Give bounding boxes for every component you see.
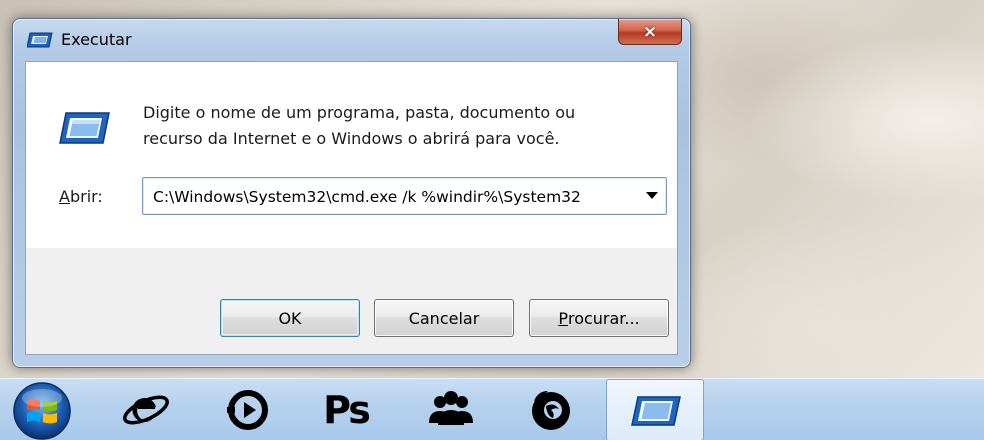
run-dialog-icon xyxy=(629,394,681,428)
taskbar-run-button-active[interactable] xyxy=(606,379,704,440)
open-combobox[interactable] xyxy=(142,177,667,215)
close-icon: × xyxy=(642,21,658,42)
dropdown-arrow-icon[interactable] xyxy=(642,186,662,206)
cancel-button[interactable]: Cancelar xyxy=(374,299,514,337)
browse-button[interactable]: Procurar... xyxy=(529,299,669,337)
firefox-icon[interactable] xyxy=(525,385,577,435)
photoshop-label: Ps xyxy=(323,388,371,432)
command-input[interactable] xyxy=(143,178,638,214)
window-title: Executar xyxy=(61,30,132,49)
title-bar[interactable]: Executar × xyxy=(13,19,690,59)
people-icon[interactable] xyxy=(425,385,477,435)
browse-label: rocurar... xyxy=(567,308,640,328)
open-label-text: brir: xyxy=(69,187,103,206)
open-label-accelerator: A xyxy=(59,187,70,206)
run-program-icon xyxy=(58,110,110,146)
run-dialog: Executar × Digite o nome de um programa,… xyxy=(12,18,691,368)
description-line-1: Digite o nome de um programa, pasta, doc… xyxy=(143,103,576,122)
dialog-content-area xyxy=(26,62,677,248)
ok-button[interactable]: OK xyxy=(220,299,360,337)
internet-explorer-icon[interactable] xyxy=(120,385,172,435)
photoshop-icon[interactable]: Ps xyxy=(320,385,372,435)
run-icon xyxy=(26,31,53,49)
dialog-description: Digite o nome de um programa, pasta, doc… xyxy=(143,100,663,152)
close-button[interactable]: × xyxy=(618,19,682,45)
taskbar: Ps xyxy=(0,378,984,440)
start-orb-icon[interactable] xyxy=(10,381,74,440)
description-line-2: recurso da Internet e o Windows o abrirá… xyxy=(143,129,560,148)
open-label: Abrir: xyxy=(59,187,103,206)
media-player-icon[interactable] xyxy=(222,385,274,435)
browse-accelerator: P xyxy=(558,308,568,328)
dialog-body: Digite o nome de um programa, pasta, doc… xyxy=(25,61,678,355)
